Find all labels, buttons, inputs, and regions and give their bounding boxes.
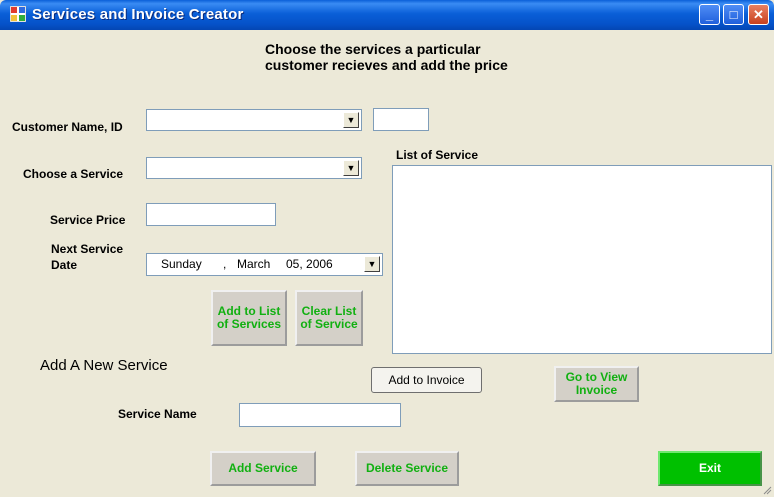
service-name-field[interactable] xyxy=(239,403,401,427)
instructions-heading: Choose the services a particular custome… xyxy=(265,41,508,73)
next-date-label-line1: Next Service xyxy=(51,242,124,256)
maximize-button[interactable]: □ xyxy=(723,4,744,25)
date-dropdown[interactable]: ▼ xyxy=(362,254,382,275)
service-label: Choose a Service xyxy=(23,167,124,181)
clear-list-button[interactable]: Clear List of Service xyxy=(295,290,363,346)
new-service-heading: Add A New Service xyxy=(40,357,168,374)
go-to-invoice-button[interactable]: Go to View Invoice xyxy=(554,366,639,402)
add-to-invoice-button[interactable]: Add to Invoice xyxy=(371,367,482,393)
price-label: Service Price xyxy=(50,213,126,227)
exit-button[interactable]: Exit xyxy=(658,451,762,486)
close-button[interactable]: ✕ xyxy=(748,4,769,25)
services-listbox[interactable] xyxy=(392,165,772,354)
add-to-list-button[interactable]: Add to List of Services xyxy=(211,290,287,346)
list-label: List of Service xyxy=(396,148,479,162)
customer-label: Customer Name, ID xyxy=(12,120,123,134)
service-combobox[interactable]: ▼ xyxy=(146,157,362,179)
app-window-icon xyxy=(10,6,26,22)
app-window: Services and Invoice Creator _ □ ✕ Choos… xyxy=(0,0,774,497)
add-service-button[interactable]: Add Service xyxy=(210,451,316,486)
price-field[interactable] xyxy=(146,203,276,226)
minimize-button[interactable]: _ xyxy=(699,4,720,25)
chevron-down-icon[interactable]: ▼ xyxy=(364,256,380,272)
next-date-label-line2: Date xyxy=(51,258,78,272)
customer-combobox[interactable]: ▼ xyxy=(146,109,362,131)
next-date-picker[interactable]: Sunday , March 05, 2006 ▼ xyxy=(146,253,383,276)
customer-id-field[interactable] xyxy=(373,108,429,131)
date-day-year[interactable]: 05, 2006 xyxy=(286,257,333,271)
title-bar[interactable]: Services and Invoice Creator _ □ ✕ xyxy=(0,0,774,30)
delete-service-button[interactable]: Delete Service xyxy=(355,451,459,486)
date-month[interactable]: March xyxy=(237,257,270,271)
date-weekday[interactable]: Sunday xyxy=(161,257,202,271)
window-title: Services and Invoice Creator xyxy=(32,6,244,23)
date-separator: , xyxy=(223,257,227,271)
resize-grip-icon[interactable] xyxy=(762,485,772,495)
service-name-label: Service Name xyxy=(118,407,197,421)
chevron-down-icon[interactable]: ▼ xyxy=(343,112,359,128)
chevron-down-icon[interactable]: ▼ xyxy=(343,160,359,176)
